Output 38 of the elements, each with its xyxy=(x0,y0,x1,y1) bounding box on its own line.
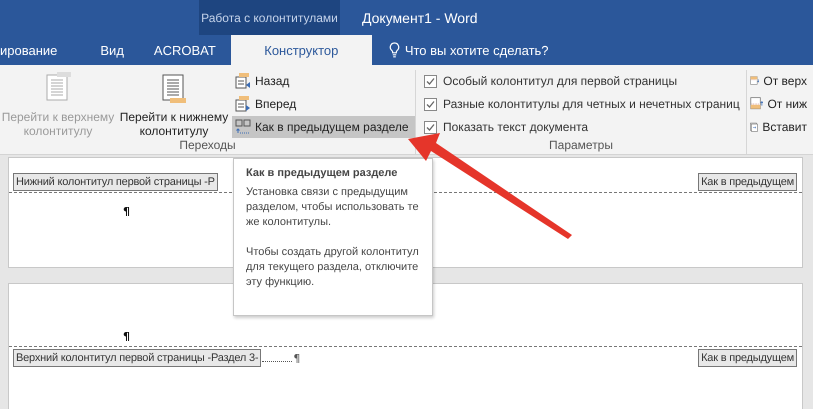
forward-page-icon xyxy=(235,96,251,112)
ribbon-button[interactable]: Вперед xyxy=(232,93,415,115)
window-title: Документ1 - Word xyxy=(362,8,478,28)
ribbon-button[interactable]: От ниж xyxy=(747,93,813,115)
group-label: Переходы xyxy=(178,138,237,154)
context-tab-title: Работа с колонтитулами xyxy=(199,0,340,35)
group-label: Параметры xyxy=(548,138,614,154)
ribbon-button[interactable]: Как в предыдущем разделе xyxy=(232,116,415,138)
ribbon-tab[interactable]: ACROBAT xyxy=(138,35,231,65)
lightbulb-icon xyxy=(388,42,400,58)
link-label: Как в предыдущем xyxy=(698,349,797,367)
ribbon-tab[interactable]: Конструктор xyxy=(230,35,372,65)
checkbox-label: Разные колонтитулы для четных и нечетных страниц xyxy=(443,97,740,111)
tooltip-text: Установка связи с предыдущим разделом, чтобы использовать те же колонтитулы. xyxy=(246,185,420,230)
tell-me-field[interactable]: Что вы хотите сделать? xyxy=(404,42,549,58)
checkbox[interactable] xyxy=(424,98,437,110)
link-icon xyxy=(235,119,251,135)
back-page-icon xyxy=(235,73,251,89)
ribbon-tab[interactable]: Вид xyxy=(72,35,139,65)
ribbon-button[interactable]: Перейти к нижнему колонтитулу xyxy=(116,70,232,138)
paragraph-mark: ¶ xyxy=(123,205,130,218)
leader-line xyxy=(262,360,292,362)
checkbox-label: Показать текст документа xyxy=(443,120,588,134)
footer-label: Нижний колонтитул первой страницы -Р xyxy=(13,173,218,191)
document-icon xyxy=(160,72,188,104)
checkbox-label: Особый колонтитул для первой страницы xyxy=(443,74,678,88)
tooltip-title: Как в предыдущем разделе xyxy=(246,166,398,181)
link-label: Как в предыдущем xyxy=(698,173,797,191)
ribbon-tab[interactable]: ирование xyxy=(0,35,72,65)
paragraph-mark: ¶ xyxy=(293,352,300,364)
checkbox[interactable] xyxy=(424,120,437,134)
ribbon-button[interactable]: Вставит xyxy=(747,116,813,138)
ribbon-button[interactable]: От верх xyxy=(747,70,813,92)
tooltip-text: Чтобы создать другой колонтитул для текущего раздела, отключите эту функцию. xyxy=(246,245,420,290)
checkbox[interactable] xyxy=(424,74,437,88)
ribbon-button[interactable]: Назад xyxy=(232,70,415,92)
paragraph-mark: ¶ xyxy=(123,330,130,343)
header-label: Верхний колонтитул первой страницы -Раздел 3- xyxy=(13,349,262,367)
